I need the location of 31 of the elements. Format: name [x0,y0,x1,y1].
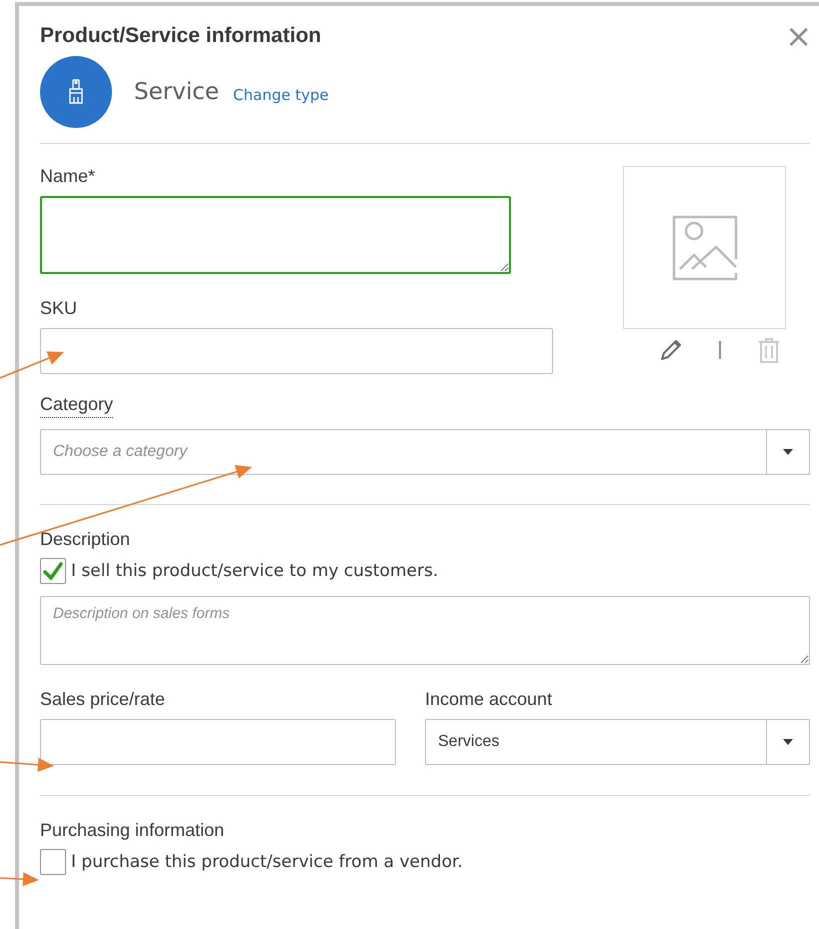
checkbox-label: I purchase this product/service from a vendor. [71,852,463,872]
annotation-arrow [0,758,54,772]
caret-icon [783,739,793,745]
income-account-dropdown[interactable]: Services [425,719,810,765]
item-type-label: Service [134,79,220,105]
caret-icon [783,449,793,455]
pencil-icon[interactable] [658,338,682,362]
annotation-arrow [0,872,39,886]
category-dropdown[interactable]: Choose a category [40,429,810,475]
sku-field[interactable] [40,328,553,374]
trash-icon[interactable] [756,337,780,363]
change-type-link[interactable]: Change type [233,80,329,104]
field-label: Sales price/rate [40,689,166,710]
checkbox-label: I sell this product/service to my customers. [71,561,438,581]
field-label[interactable]: Category [40,394,114,418]
description-field[interactable]: Description on sales forms [40,596,810,665]
name-field[interactable] [40,196,511,274]
image-icon [672,214,738,280]
checkbox[interactable] [40,849,66,875]
sales-price-field[interactable] [40,719,396,765]
paintbrush-icon [40,56,112,128]
field-label: Income account [425,689,552,710]
checkbox[interactable] [40,558,66,584]
image-placeholder[interactable] [623,166,786,329]
dialog-title: Product/Service information [40,24,322,48]
field-label: Name* [40,166,96,187]
field-label: Purchasing information [40,820,224,841]
close-button[interactable]: × [785,22,812,50]
annotation-arrow [0,352,64,379]
field-label: Description [40,529,130,550]
field-label: SKU [40,298,78,319]
